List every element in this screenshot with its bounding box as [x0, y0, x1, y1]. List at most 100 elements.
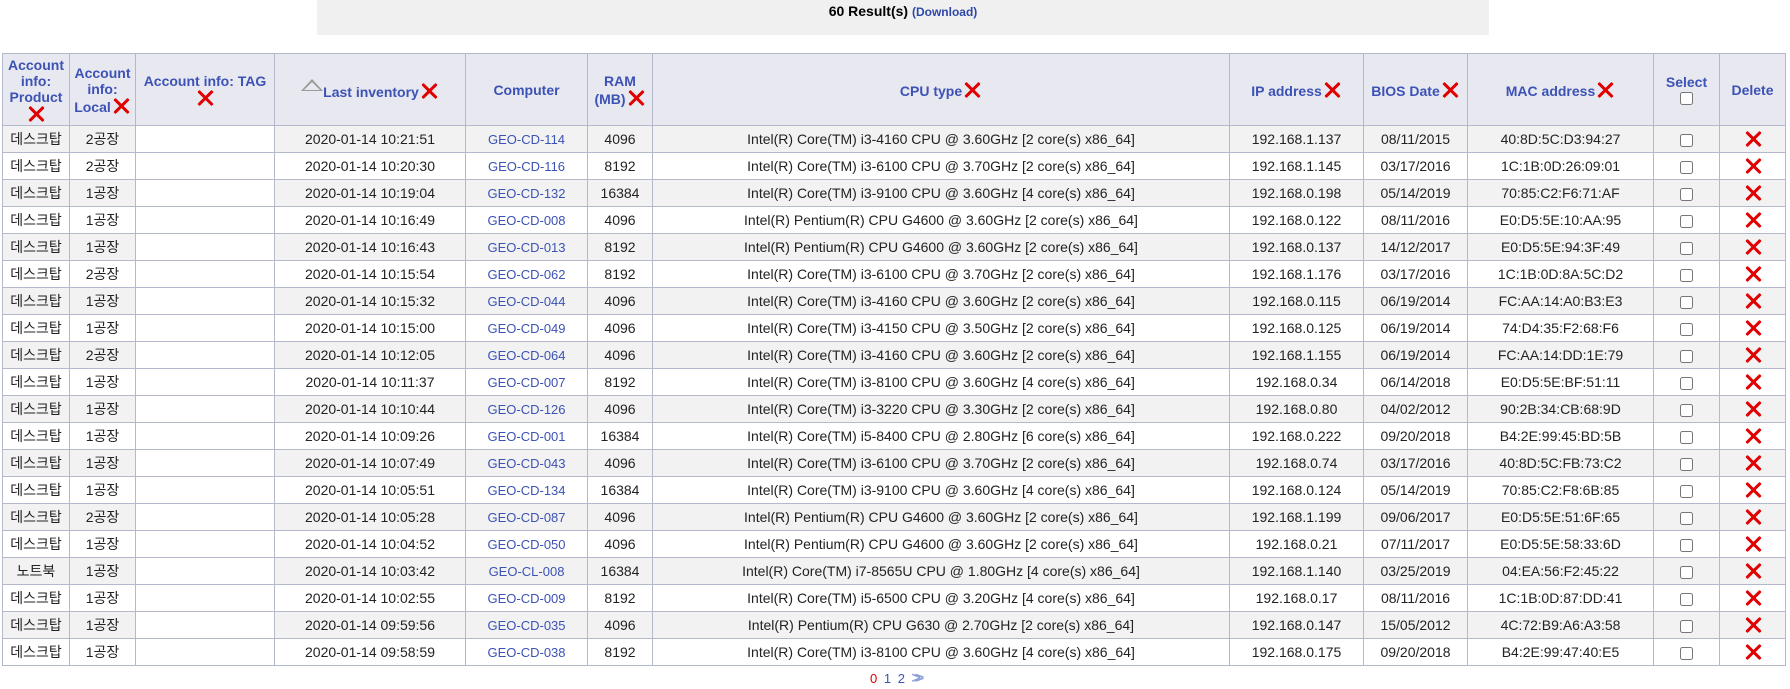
cell-product: 데스크탑 [2, 341, 70, 369]
row-select-checkbox[interactable] [1680, 187, 1693, 201]
delete-row-icon[interactable] [1743, 508, 1763, 526]
cell-product: 데스크탑 [2, 449, 70, 477]
delete-row-icon[interactable] [1743, 211, 1763, 229]
delete-row-icon[interactable] [1743, 589, 1763, 607]
cell-select [1653, 611, 1720, 639]
computer-link[interactable]: GEO-CD-013 [487, 240, 565, 255]
col-header-mac[interactable]: MAC address [1467, 53, 1654, 126]
delete-row-icon[interactable] [1743, 130, 1763, 148]
computer-link[interactable]: GEO-CD-009 [487, 591, 565, 606]
cell-ram: 16384 [587, 476, 653, 504]
computer-link[interactable]: GEO-CD-035 [487, 618, 565, 633]
cell-mac: 4C:72:B9:A6:A3:58 [1467, 611, 1654, 639]
remove-column-icon[interactable] [1322, 81, 1342, 99]
col-header-ram[interactable]: RAM (MB) [587, 53, 653, 126]
cell-product: 데스크탑 [2, 368, 70, 396]
row-select-checkbox[interactable] [1680, 565, 1693, 579]
delete-row-icon[interactable] [1743, 427, 1763, 445]
row-select-checkbox[interactable] [1680, 322, 1693, 336]
cell-computer: GEO-CD-132 [465, 179, 588, 207]
delete-row-icon[interactable] [1743, 535, 1763, 553]
cell-mac: 1C:1B:0D:26:09:01 [1467, 152, 1654, 180]
cell-select [1653, 584, 1720, 612]
row-select-checkbox[interactable] [1680, 538, 1693, 552]
remove-column-icon[interactable] [1440, 81, 1460, 99]
computer-link[interactable]: GEO-CD-126 [487, 402, 565, 417]
remove-column-icon[interactable] [419, 82, 439, 100]
computer-link[interactable]: GEO-CL-008 [489, 564, 565, 579]
col-header-tag[interactable]: Account info: TAG [135, 53, 275, 126]
page-link-1[interactable]: 1 [884, 671, 891, 686]
row-select-checkbox[interactable] [1680, 457, 1693, 471]
computer-link[interactable]: GEO-CD-114 [488, 132, 565, 147]
row-select-checkbox[interactable] [1680, 214, 1693, 228]
cell-select [1653, 152, 1720, 180]
row-select-checkbox[interactable] [1680, 430, 1693, 444]
computer-link[interactable]: GEO-CD-007 [487, 375, 565, 390]
row-select-checkbox[interactable] [1680, 160, 1693, 174]
computer-link[interactable]: GEO-CD-087 [487, 510, 565, 525]
sort-ascending-icon[interactable] [301, 79, 324, 91]
computer-link[interactable]: GEO-CD-001 [487, 429, 565, 444]
delete-row-icon[interactable] [1743, 238, 1763, 256]
delete-row-icon[interactable] [1743, 292, 1763, 310]
computer-link[interactable]: GEO-CD-043 [487, 456, 565, 471]
delete-row-icon[interactable] [1743, 373, 1763, 391]
download-link[interactable]: (Download) [912, 5, 977, 19]
remove-column-icon[interactable] [962, 81, 982, 99]
computer-link[interactable]: GEO-CD-064 [487, 348, 565, 363]
cell-delete [1719, 449, 1786, 477]
row-select-checkbox[interactable] [1680, 349, 1693, 363]
delete-row-icon[interactable] [1743, 400, 1763, 418]
col-header-last-inventory[interactable]: Last inventory [274, 53, 466, 126]
delete-row-icon[interactable] [1743, 454, 1763, 472]
delete-row-icon[interactable] [1743, 265, 1763, 283]
computer-link[interactable]: GEO-CD-044 [487, 294, 565, 309]
page-link-2[interactable]: 2 [898, 671, 905, 686]
remove-column-icon[interactable] [26, 105, 46, 123]
computer-link[interactable]: GEO-CD-116 [488, 159, 565, 174]
row-select-checkbox[interactable] [1680, 619, 1693, 633]
delete-row-icon[interactable] [1743, 616, 1763, 634]
remove-column-icon[interactable] [626, 89, 646, 107]
computer-link[interactable]: GEO-CD-134 [487, 483, 565, 498]
select-all-checkbox[interactable] [1680, 92, 1693, 106]
row-select-checkbox[interactable] [1680, 268, 1693, 282]
delete-row-icon[interactable] [1743, 562, 1763, 580]
delete-row-icon[interactable] [1743, 643, 1763, 661]
row-select-checkbox[interactable] [1680, 511, 1693, 525]
computer-link[interactable]: GEO-CD-049 [487, 321, 565, 336]
computer-link[interactable]: GEO-CD-050 [487, 537, 565, 552]
computer-link[interactable]: GEO-CD-132 [487, 186, 565, 201]
col-header-bios[interactable]: BIOS Date [1363, 53, 1468, 126]
col-header-local[interactable]: Account info: Local [69, 53, 136, 126]
cell-mac: E0:D5:5E:51:6F:65 [1467, 503, 1654, 531]
delete-row-icon[interactable] [1743, 346, 1763, 364]
row-select-checkbox[interactable] [1680, 484, 1693, 498]
delete-row-icon[interactable] [1743, 319, 1763, 337]
col-header-product[interactable]: Account info: Product [2, 53, 70, 126]
row-select-checkbox[interactable] [1680, 295, 1693, 309]
col-header-computer[interactable]: Computer [465, 53, 588, 126]
row-select-checkbox[interactable] [1680, 241, 1693, 255]
col-header-computer-label: Computer [493, 81, 560, 98]
row-select-checkbox[interactable] [1680, 592, 1693, 606]
computer-link[interactable]: GEO-CD-038 [487, 645, 565, 660]
delete-row-icon[interactable] [1743, 481, 1763, 499]
col-header-cpu[interactable]: CPU type [652, 53, 1230, 126]
computer-link[interactable]: GEO-CD-062 [487, 267, 565, 282]
next-pages-icon[interactable]: >> [912, 670, 924, 687]
remove-column-icon[interactable] [1595, 81, 1615, 99]
computer-link[interactable]: GEO-CD-008 [487, 213, 565, 228]
cell-local: 1공장 [69, 368, 136, 396]
remove-column-icon[interactable] [111, 97, 131, 115]
delete-row-icon[interactable] [1743, 184, 1763, 202]
row-select-checkbox[interactable] [1680, 376, 1693, 390]
row-select-checkbox[interactable] [1680, 133, 1693, 147]
row-select-checkbox[interactable] [1680, 646, 1693, 660]
remove-column-icon[interactable] [195, 89, 215, 107]
delete-row-icon[interactable] [1743, 157, 1763, 175]
col-header-ip[interactable]: IP address [1229, 53, 1364, 126]
cell-mac: 70:85:C2:F6:71:AF [1467, 179, 1654, 207]
row-select-checkbox[interactable] [1680, 403, 1693, 417]
